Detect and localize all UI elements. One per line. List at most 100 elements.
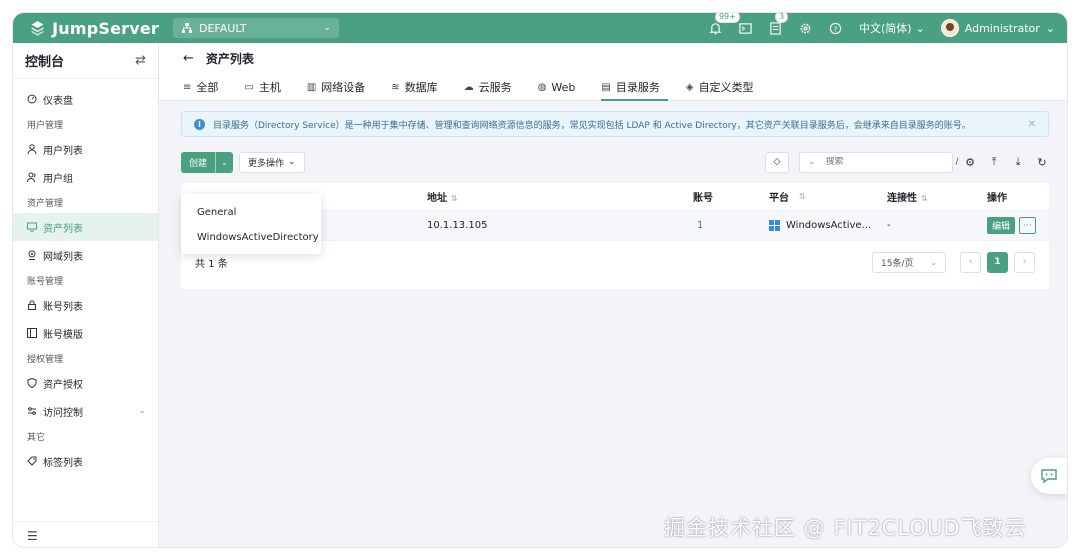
tab-directory-service[interactable]: ▤ 目录服务 (601, 73, 673, 101)
tab-all[interactable]: ≡ 全部 (183, 73, 232, 101)
sidebar-item-label: 仪表盘 (43, 95, 73, 107)
org-selector[interactable]: DEFAULT ⌄ (173, 18, 339, 38)
sort-icon[interactable]: ⇅ (799, 192, 806, 201)
close-icon[interactable]: ✕ (1028, 119, 1036, 130)
chevron-down-icon[interactable]: ⌄ (808, 157, 816, 167)
sidebar-item-domains[interactable]: 网域列表 (13, 241, 158, 269)
download-icon[interactable]: ⤓ (1011, 155, 1025, 169)
chevron-down-icon: ⌄ (323, 23, 331, 33)
tab-network-device[interactable]: ▥ 网络设备 (307, 73, 379, 101)
chevron-down-icon: ⌄ (138, 406, 146, 416)
host-icon: ▭ (244, 81, 254, 93)
settings-button[interactable] (799, 21, 813, 35)
sidebar-item-access-control[interactable]: 访问控制 ⌄ (13, 397, 158, 425)
chevron-down-icon: ⌄ (930, 257, 937, 267)
sidebar-item-accounts[interactable]: 账号列表 (13, 291, 158, 319)
custom-type-icon: ◈ (685, 81, 694, 93)
tab-label: 自定义类型 (698, 81, 754, 94)
tab-host[interactable]: ▭ 主机 (244, 73, 294, 101)
tickets-button[interactable]: 3 (769, 13, 789, 35)
tab-label: 数据库 (404, 81, 438, 94)
access-control-icon (27, 406, 37, 416)
sidebar-item-asset-list[interactable]: 资产列表 (13, 213, 158, 241)
sort-icon[interactable]: ⇅ (921, 194, 928, 203)
lock-icon (27, 300, 37, 310)
sidebar-item-users[interactable]: 用户列表 (13, 135, 158, 163)
platform-cell: WindowsActive... (769, 220, 887, 231)
upload-icon[interactable]: ⤒ (987, 155, 1001, 169)
brand[interactable]: JumpServer (13, 13, 159, 43)
user-menu[interactable]: Administrator ⌄ (940, 19, 1055, 37)
page-title: 资产列表 (205, 51, 254, 66)
page-size-select[interactable]: 15条/页 ⌄ (872, 251, 946, 273)
chevron-down-icon[interactable]: ⌄ (215, 151, 233, 173)
column-accounts: 账号 (693, 193, 713, 204)
sidebar-item-account-templates[interactable]: 账号模版 (13, 319, 158, 347)
web-terminal-button[interactable] (739, 21, 753, 35)
tab-custom-type[interactable]: ◈ 自定义类型 (686, 73, 768, 101)
sidebar-group-label: 资产管理 (27, 199, 64, 209)
list-icon: ≡ (183, 81, 192, 93)
sort-icon[interactable]: ⇅ (451, 194, 458, 203)
column-platform[interactable]: 平台 ⇅ (769, 189, 887, 204)
column-connectivity[interactable]: 连接性 ⇅ (887, 189, 987, 204)
refresh-icon[interactable]: ↻ (1035, 156, 1049, 169)
help-button[interactable]: ? (829, 21, 843, 35)
sidebar-item-label: 资产授权 (43, 379, 83, 391)
chevron-down-icon: ⌄ (1045, 21, 1055, 35)
page-number-button[interactable]: 1 (987, 251, 1008, 273)
svg-text:?: ? (834, 24, 838, 33)
create-dropdown-menu: General WindowsActiveDirectory (181, 194, 321, 254)
asset-type-tabs: ≡ 全部 ▭ 主机 ▥ 网络设备 ≋ 数据库 ☁ 云服务 ◍ Web ▤ 目录服务 ◈ 自定义类… (183, 73, 1067, 101)
menu-item-windows-ad[interactable]: WindowsActiveDirectory (181, 225, 321, 250)
sidebar-item-label: 标签列表 (43, 457, 83, 469)
tag-icon (27, 456, 37, 466)
database-icon: ≋ (391, 81, 400, 93)
tab-label: 网络设备 (321, 81, 366, 94)
sidebar-group-label: 其它 (27, 433, 46, 443)
gear-icon[interactable]: ⚙ (963, 156, 977, 169)
shortcut-slash-icon: / (955, 157, 959, 167)
jumpserver-logo-icon (31, 21, 44, 36)
notifications-button[interactable]: 99+ (709, 13, 740, 35)
tab-web[interactable]: ◍ Web (538, 73, 590, 101)
menu-item-general[interactable]: General (181, 200, 321, 225)
more-actions-button[interactable]: 更多操作 ⌄ (239, 151, 305, 173)
next-page-button[interactable]: › (1014, 251, 1035, 273)
tag-filter-button[interactable]: ◇ (765, 151, 789, 173)
column-actions: 操作 (987, 193, 1007, 204)
sidebar-item-asset-permissions[interactable]: 资产授权 (13, 369, 158, 397)
chevron-down-icon: ⌄ (915, 21, 925, 35)
language-switcher[interactable]: 中文(简体) ⌄ (859, 20, 925, 36)
language-label: 中文(简体) (858, 22, 912, 35)
top-bar: JumpServer DEFAULT ⌄ 99+ 3 ? 中文(简体) ⌄ Ad… (13, 13, 1067, 43)
tab-cloud[interactable]: ☁ 云服务 (464, 73, 526, 101)
tab-database[interactable]: ≋ 数据库 (391, 73, 451, 101)
tab-label: 主机 (258, 81, 281, 94)
info-alert: i 目录服务（Directory Service）是一种用于集中存储、管理和查询… (181, 111, 1049, 137)
sidebar: 控制台 ⇄ 仪表盘 用户管理 用户列表 用户组 资产管理 资产列表 网域列表 账… (13, 43, 159, 547)
directory-icon: ▤ (601, 81, 611, 93)
column-address[interactable]: 地址 ⇅ (425, 189, 693, 204)
tab-label: Web (551, 80, 576, 94)
chat-assistant-button[interactable] (1031, 458, 1067, 494)
tab-label: 目录服务 (615, 81, 660, 94)
search-box[interactable]: ⌄ / (799, 151, 959, 173)
tab-label: 云服务 (478, 81, 512, 94)
user-group-icon (27, 172, 37, 182)
back-arrow-icon[interactable]: ← (183, 51, 194, 66)
prev-page-button[interactable]: ‹ (960, 251, 981, 273)
more-options-button[interactable]: ··· (1019, 217, 1037, 234)
collapse-sidebar-button[interactable]: ☰ (13, 521, 158, 547)
sidebar-item-user-groups[interactable]: 用户组 (13, 163, 158, 191)
chevron-down-icon: ⌄ (288, 157, 296, 167)
create-button[interactable]: 创建 ⌄ (181, 151, 234, 173)
cloud-icon: ☁ (463, 81, 474, 93)
sidebar-item-tags[interactable]: 标签列表 (13, 447, 158, 475)
accounts-cell[interactable]: 1 (693, 220, 769, 231)
sidebar-item-dashboard[interactable]: 仪表盘 (13, 85, 158, 113)
search-input[interactable] (825, 157, 946, 167)
switch-view-icon[interactable]: ⇄ (135, 53, 146, 68)
sidebar-item-label: 账号模版 (43, 329, 83, 341)
edit-button[interactable]: 编辑 (987, 217, 1016, 234)
